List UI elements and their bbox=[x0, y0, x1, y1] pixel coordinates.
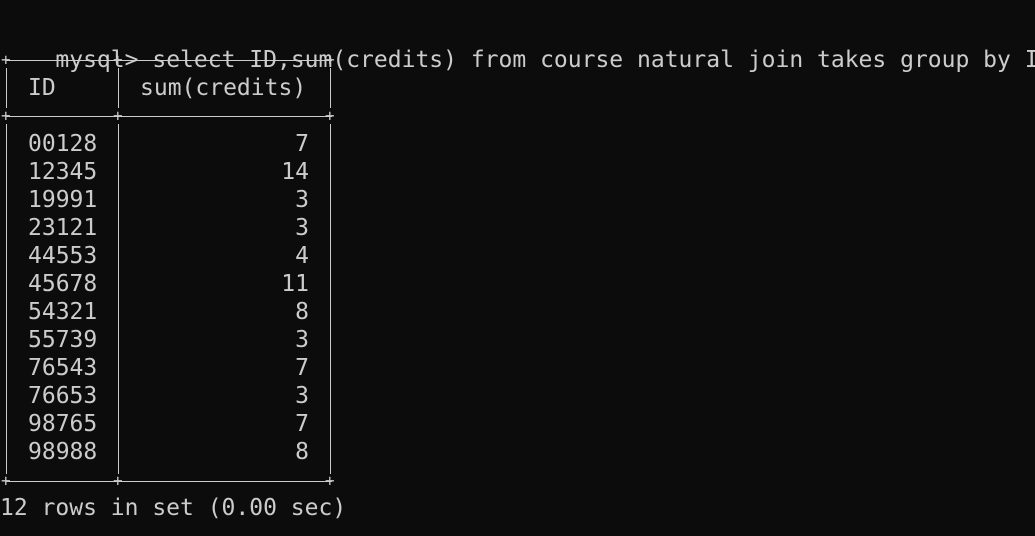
column-header-sum-credits: sum(credits) bbox=[140, 75, 307, 101]
table-corner: + bbox=[113, 50, 123, 69]
cell-sum-credits: 7 bbox=[295, 355, 309, 381]
cell-id: 76543 bbox=[28, 355, 98, 381]
table-corner: + bbox=[325, 471, 335, 490]
column-header-id: ID bbox=[28, 75, 56, 101]
cell-id: 76653 bbox=[28, 383, 98, 409]
table-header-separator bbox=[6, 116, 332, 117]
cell-sum-credits: 3 bbox=[295, 383, 309, 409]
cell-id: 98988 bbox=[28, 439, 98, 465]
table-right-border-header bbox=[330, 68, 331, 108]
command-line: mysql> select ID,sum(credits) from cours… bbox=[0, 18, 1035, 73]
cell-sum-credits: 8 bbox=[295, 299, 309, 325]
cell-sum-credits: 3 bbox=[295, 187, 309, 213]
cell-sum-credits: 3 bbox=[295, 215, 309, 241]
table-corner: + bbox=[1, 106, 11, 125]
terminal-window[interactable]: mysql> select ID,sum(credits) from cours… bbox=[0, 0, 1035, 536]
cell-sum-credits: 14 bbox=[281, 159, 309, 185]
cell-id: 19991 bbox=[28, 187, 98, 213]
table-right-border bbox=[330, 124, 331, 474]
cell-id: 00128 bbox=[28, 131, 98, 157]
result-status: 12 rows in set (0.00 sec) bbox=[0, 495, 347, 521]
cell-id: 45678 bbox=[28, 271, 98, 297]
table-mid-border bbox=[118, 124, 119, 474]
table-bottom-border bbox=[6, 481, 332, 482]
cell-sum-credits: 4 bbox=[295, 243, 309, 269]
cell-id: 44553 bbox=[28, 243, 98, 269]
table-left-border-header bbox=[6, 68, 7, 108]
table-corner: + bbox=[325, 50, 335, 69]
cell-id: 54321 bbox=[28, 299, 98, 325]
cell-id: 55739 bbox=[28, 327, 98, 353]
table-corner: + bbox=[1, 50, 11, 69]
cell-id: 12345 bbox=[28, 159, 98, 185]
table-corner: + bbox=[1, 471, 11, 490]
table-corner: + bbox=[113, 471, 123, 490]
table-left-border bbox=[6, 124, 7, 474]
cell-sum-credits: 7 bbox=[295, 411, 309, 437]
cell-id: 23121 bbox=[28, 215, 98, 241]
table-corner: + bbox=[113, 106, 123, 125]
cell-sum-credits: 8 bbox=[295, 439, 309, 465]
table-corner: + bbox=[325, 106, 335, 125]
cell-id: 98765 bbox=[28, 411, 98, 437]
cell-sum-credits: 11 bbox=[281, 271, 309, 297]
cell-sum-credits: 7 bbox=[295, 131, 309, 157]
table-top-border bbox=[6, 60, 332, 61]
table-mid-border-header bbox=[118, 68, 119, 108]
cell-sum-credits: 3 bbox=[295, 327, 309, 353]
